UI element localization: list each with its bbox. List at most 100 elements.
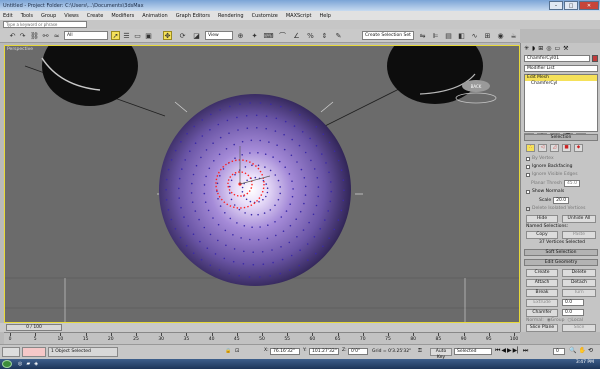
key-mode-dropdown[interactable]: Selected — [454, 348, 492, 355]
ignore-visible-edges-option[interactable]: Ignore Visible Edges — [526, 172, 578, 177]
schematic-view-icon[interactable]: ⊞ — [483, 31, 492, 40]
maxscript-listener-icon[interactable] — [2, 347, 20, 357]
next-frame-icon[interactable]: ▶▏ — [513, 347, 522, 355]
taskbar-ie-icon[interactable]: ◎ — [18, 361, 22, 367]
menu-edit[interactable]: Edit — [3, 13, 13, 19]
show-normals-option[interactable]: Show Normals — [526, 189, 564, 194]
ignore-backfacing-option[interactable]: Ignore Backfacing — [526, 164, 572, 169]
pan-icon[interactable]: ✋ — [578, 347, 585, 354]
menu-create[interactable]: Create — [87, 13, 104, 19]
delete-button[interactable]: Delete — [562, 269, 596, 277]
material-editor-icon[interactable]: ◉ — [496, 31, 505, 40]
menu-tools[interactable]: Tools — [21, 13, 33, 19]
z-coordinate-field[interactable]: 0'0" — [348, 348, 368, 355]
paste-button[interactable]: Paste — [562, 231, 596, 239]
turn-button[interactable]: Turn — [562, 289, 596, 297]
planar-thresh-input[interactable]: 45.0 — [563, 180, 580, 187]
start-button-icon[interactable] — [2, 360, 12, 368]
menu-help[interactable]: Help — [320, 13, 331, 19]
close-button[interactable]: ✕ — [579, 1, 599, 10]
select-and-move-icon[interactable]: ✥ — [163, 31, 172, 40]
select-by-name-icon[interactable]: ☰ — [122, 31, 131, 40]
by-vertex-option[interactable]: By Vertex — [526, 156, 554, 161]
face-mode-icon[interactable]: ◿ — [550, 144, 559, 152]
perspective-viewport[interactable]: BACK Perspective — [4, 45, 520, 323]
hide-button[interactable]: Hide — [526, 215, 558, 223]
x-coordinate-field[interactable]: 76.16'32" — [270, 348, 300, 355]
hierarchy-tab-icon[interactable]: ⊞ — [538, 45, 543, 52]
scale-input[interactable]: 20.0 — [553, 197, 570, 204]
go-to-start-icon[interactable]: ⏮ — [495, 347, 500, 355]
break-button[interactable]: Break — [526, 289, 558, 297]
orbit-icon[interactable]: ⟲ — [588, 347, 593, 354]
show-normals-checkbox[interactable] — [526, 189, 530, 194]
copy-button[interactable]: Copy — [526, 231, 558, 239]
create-button[interactable]: Create — [526, 269, 558, 277]
menu-group[interactable]: Group — [41, 13, 56, 19]
keyboard-shortcut-icon[interactable]: ⌨ — [263, 31, 273, 40]
chamfer-amount-input[interactable]: 0.0 — [562, 309, 584, 316]
utilities-tab-icon[interactable]: ⚒ — [563, 45, 568, 52]
unlink-icon[interactable]: ⚯ — [41, 31, 50, 40]
slice-button[interactable]: Slice — [562, 324, 596, 332]
motion-tab-icon[interactable]: ◎ — [546, 45, 551, 52]
element-mode-icon[interactable]: ◆ — [574, 144, 583, 152]
display-tab-icon[interactable]: ▭ — [554, 45, 560, 52]
redo-icon[interactable]: ↷ — [18, 31, 27, 40]
vertex-mode-icon[interactable]: ∴ — [526, 144, 535, 152]
select-and-scale-icon[interactable]: ◪ — [192, 31, 201, 40]
create-tab-icon[interactable]: ✳ — [524, 45, 529, 52]
menu-animation[interactable]: Animation — [142, 13, 168, 19]
menu-views[interactable]: Views — [64, 13, 78, 19]
attach-button[interactable]: Attach — [526, 279, 558, 287]
play-icon[interactable]: ▶ — [507, 347, 512, 355]
window-crossing-icon[interactable]: ▣ — [144, 31, 153, 40]
delete-isolated-option[interactable]: Delete Isolated Vertices — [526, 206, 585, 211]
stack-item-chamfercyl[interactable]: ChamferCyl — [525, 81, 597, 87]
go-to-end-icon[interactable]: ⏭ — [523, 347, 528, 355]
maxscript-mini-listener[interactable] — [22, 347, 46, 357]
viewport-label[interactable]: Perspective — [7, 47, 33, 52]
maximize-button[interactable]: □ — [564, 1, 578, 10]
slice-plane-button[interactable]: Slice Plane — [526, 324, 558, 332]
absolute-mode-icon[interactable]: ⊡ — [235, 348, 239, 354]
align-icon[interactable]: ⊫ — [431, 31, 440, 40]
pivot-center-icon[interactable]: ⊕ — [236, 31, 245, 40]
select-object-icon[interactable]: ➚ — [111, 31, 120, 40]
manipulate-icon[interactable]: ✦ — [250, 31, 259, 40]
selection-rollup-header[interactable]: Selection — [524, 134, 598, 141]
edge-mode-icon[interactable]: ◁ — [538, 144, 547, 152]
selection-filter-dropdown[interactable]: All — [64, 31, 108, 40]
detach-button[interactable]: Detach — [562, 279, 596, 287]
taskbar-3dsmax-icon[interactable]: ◈ — [34, 361, 38, 367]
link-icon[interactable]: ⛓ — [30, 31, 39, 40]
minimize-button[interactable]: – — [549, 1, 563, 10]
menu-modifiers[interactable]: Modifiers — [111, 13, 134, 19]
chamfer-button[interactable]: Chamfer — [526, 309, 558, 317]
timeline-ruler[interactable]: 0 5 10 15 20 25 30 35 40 45 50 55 60 65 70 75 80 85 90 95 10… — [4, 332, 520, 344]
soft-selection-rollup[interactable]: Soft Selection — [524, 249, 598, 256]
object-color-swatch[interactable] — [592, 55, 598, 62]
ignore-visible-edges-checkbox[interactable] — [526, 172, 530, 177]
object-name-field[interactable]: ChamferCyl01 — [524, 55, 590, 62]
snaps-toggle-icon[interactable]: ⌒ — [278, 31, 287, 40]
angle-snap-icon[interactable]: ∠ — [292, 31, 301, 40]
named-selection-dropdown[interactable]: Create Selection Set — [362, 31, 414, 40]
select-and-rotate-icon[interactable]: ⟳ — [178, 31, 187, 40]
menu-rendering[interactable]: Rendering — [218, 13, 244, 19]
ignore-backfacing-checkbox[interactable] — [526, 164, 530, 169]
extrude-amount-input[interactable]: 0.0 — [562, 299, 584, 306]
search-input[interactable]: Type a keyword or phrase — [3, 21, 87, 28]
key-mode-icon[interactable]: ⚿ — [418, 348, 422, 354]
current-frame-field[interactable]: 0 — [553, 348, 565, 355]
edit-named-selection-icon[interactable]: ✎ — [334, 31, 343, 40]
spinner-snap-icon[interactable]: ⇕ — [320, 31, 329, 40]
taskbar-folder-icon[interactable]: ▰ — [26, 361, 30, 367]
menu-graph-editors[interactable]: Graph Editors — [176, 13, 210, 19]
menu-customize[interactable]: Customize — [252, 13, 278, 19]
reference-coordinate-dropdown[interactable]: View — [205, 31, 233, 40]
undo-icon[interactable]: ↶ — [8, 31, 17, 40]
rectangular-selection-icon[interactable]: ▭ — [133, 31, 142, 40]
modifier-list-dropdown[interactable]: Modifier List — [524, 65, 598, 72]
time-slider[interactable]: 0 / 100 — [6, 324, 62, 331]
